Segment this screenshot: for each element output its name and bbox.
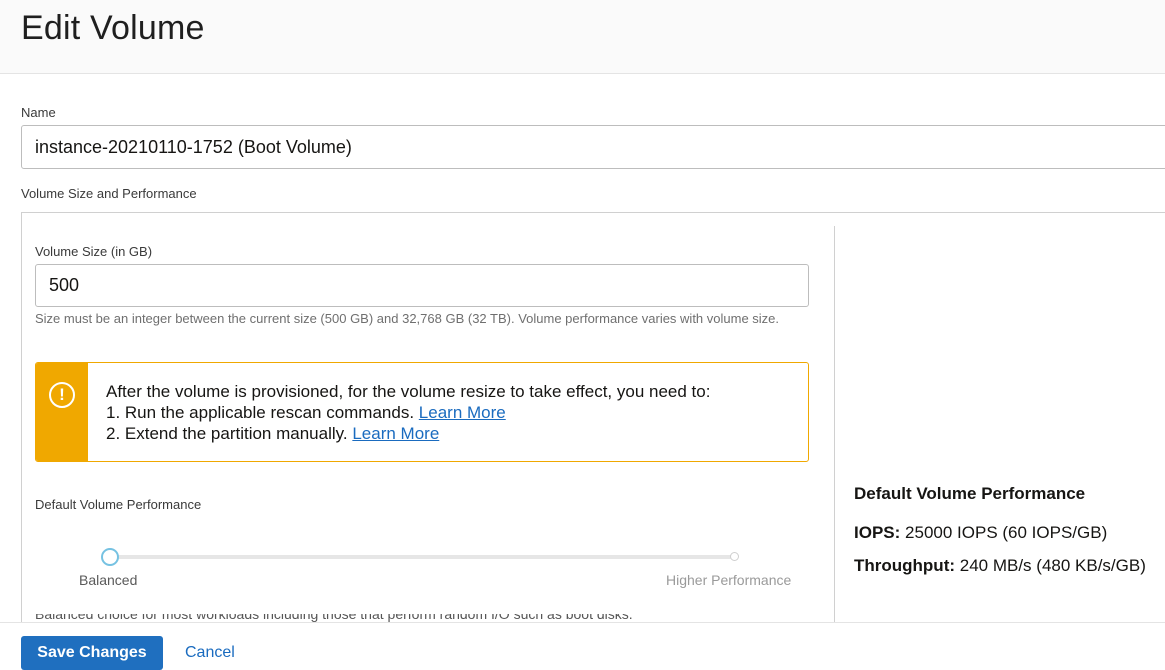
slider-min-label: Balanced <box>79 572 138 588</box>
performance-description: Balanced choice for most workloads inclu… <box>35 614 815 622</box>
page-title: Edit Volume <box>21 9 205 47</box>
throughput-label: Throughput: <box>854 556 956 575</box>
form-footer <box>0 622 1165 655</box>
iops-value: 25000 IOPS (60 IOPS/GB) <box>905 523 1108 542</box>
name-label: Name <box>21 105 56 120</box>
volume-size-input[interactable]: 500 <box>35 264 809 307</box>
alert-step-2: 2. Extend the partition manually. Learn … <box>106 423 710 444</box>
volume-size-helper-text: Size must be an integer between the curr… <box>35 311 780 326</box>
alert-accent-bar <box>36 363 88 461</box>
save-changes-button[interactable]: Save Changes <box>21 636 163 670</box>
panel-divider <box>834 226 835 622</box>
resize-warning-alert: ! After the volume is provisioned, for t… <box>35 362 809 462</box>
default-performance-label: Default Volume Performance <box>35 497 202 512</box>
exclamation-icon: ! <box>49 382 75 408</box>
volume-size-label: Volume Size (in GB) <box>35 244 153 259</box>
iops-metric: IOPS: 25000 IOPS (60 IOPS/GB) <box>854 523 1107 543</box>
page-header: Edit Volume <box>0 0 1165 74</box>
name-input-value: instance-20210110-1752 (Boot Volume) <box>35 136 352 157</box>
iops-label: IOPS: <box>854 523 901 542</box>
performance-slider-thumb[interactable] <box>101 548 119 566</box>
alert-step-1-text: 1. Run the applicable rescan commands. <box>106 403 415 422</box>
throughput-value: 240 MB/s (480 KB/s/GB) <box>959 556 1146 575</box>
section-label: Volume Size and Performance <box>21 186 197 201</box>
summary-title: Default Volume Performance <box>854 484 1086 503</box>
rescan-learn-more-link[interactable]: Learn More <box>419 403 506 422</box>
performance-description-text: Balanced choice for most workloads inclu… <box>35 614 633 622</box>
alert-step-2-text: 2. Extend the partition manually. <box>106 424 348 443</box>
throughput-metric: Throughput: 240 MB/s (480 KB/s/GB) <box>854 556 1146 576</box>
slider-max-label: Higher Performance <box>666 572 792 588</box>
cancel-link[interactable]: Cancel <box>185 644 235 662</box>
alert-message: After the volume is provisioned, for the… <box>106 381 710 444</box>
alert-intro: After the volume is provisioned, for the… <box>106 382 711 401</box>
performance-slider-track[interactable] <box>110 555 734 559</box>
name-input[interactable]: instance-20210110-1752 (Boot Volume) <box>21 125 1165 169</box>
partition-learn-more-link[interactable]: Learn More <box>352 424 439 443</box>
volume-size-value: 500 <box>49 275 80 295</box>
performance-slider-end-stop[interactable] <box>730 552 739 561</box>
alert-step-1: 1. Run the applicable rescan commands. L… <box>106 402 710 423</box>
